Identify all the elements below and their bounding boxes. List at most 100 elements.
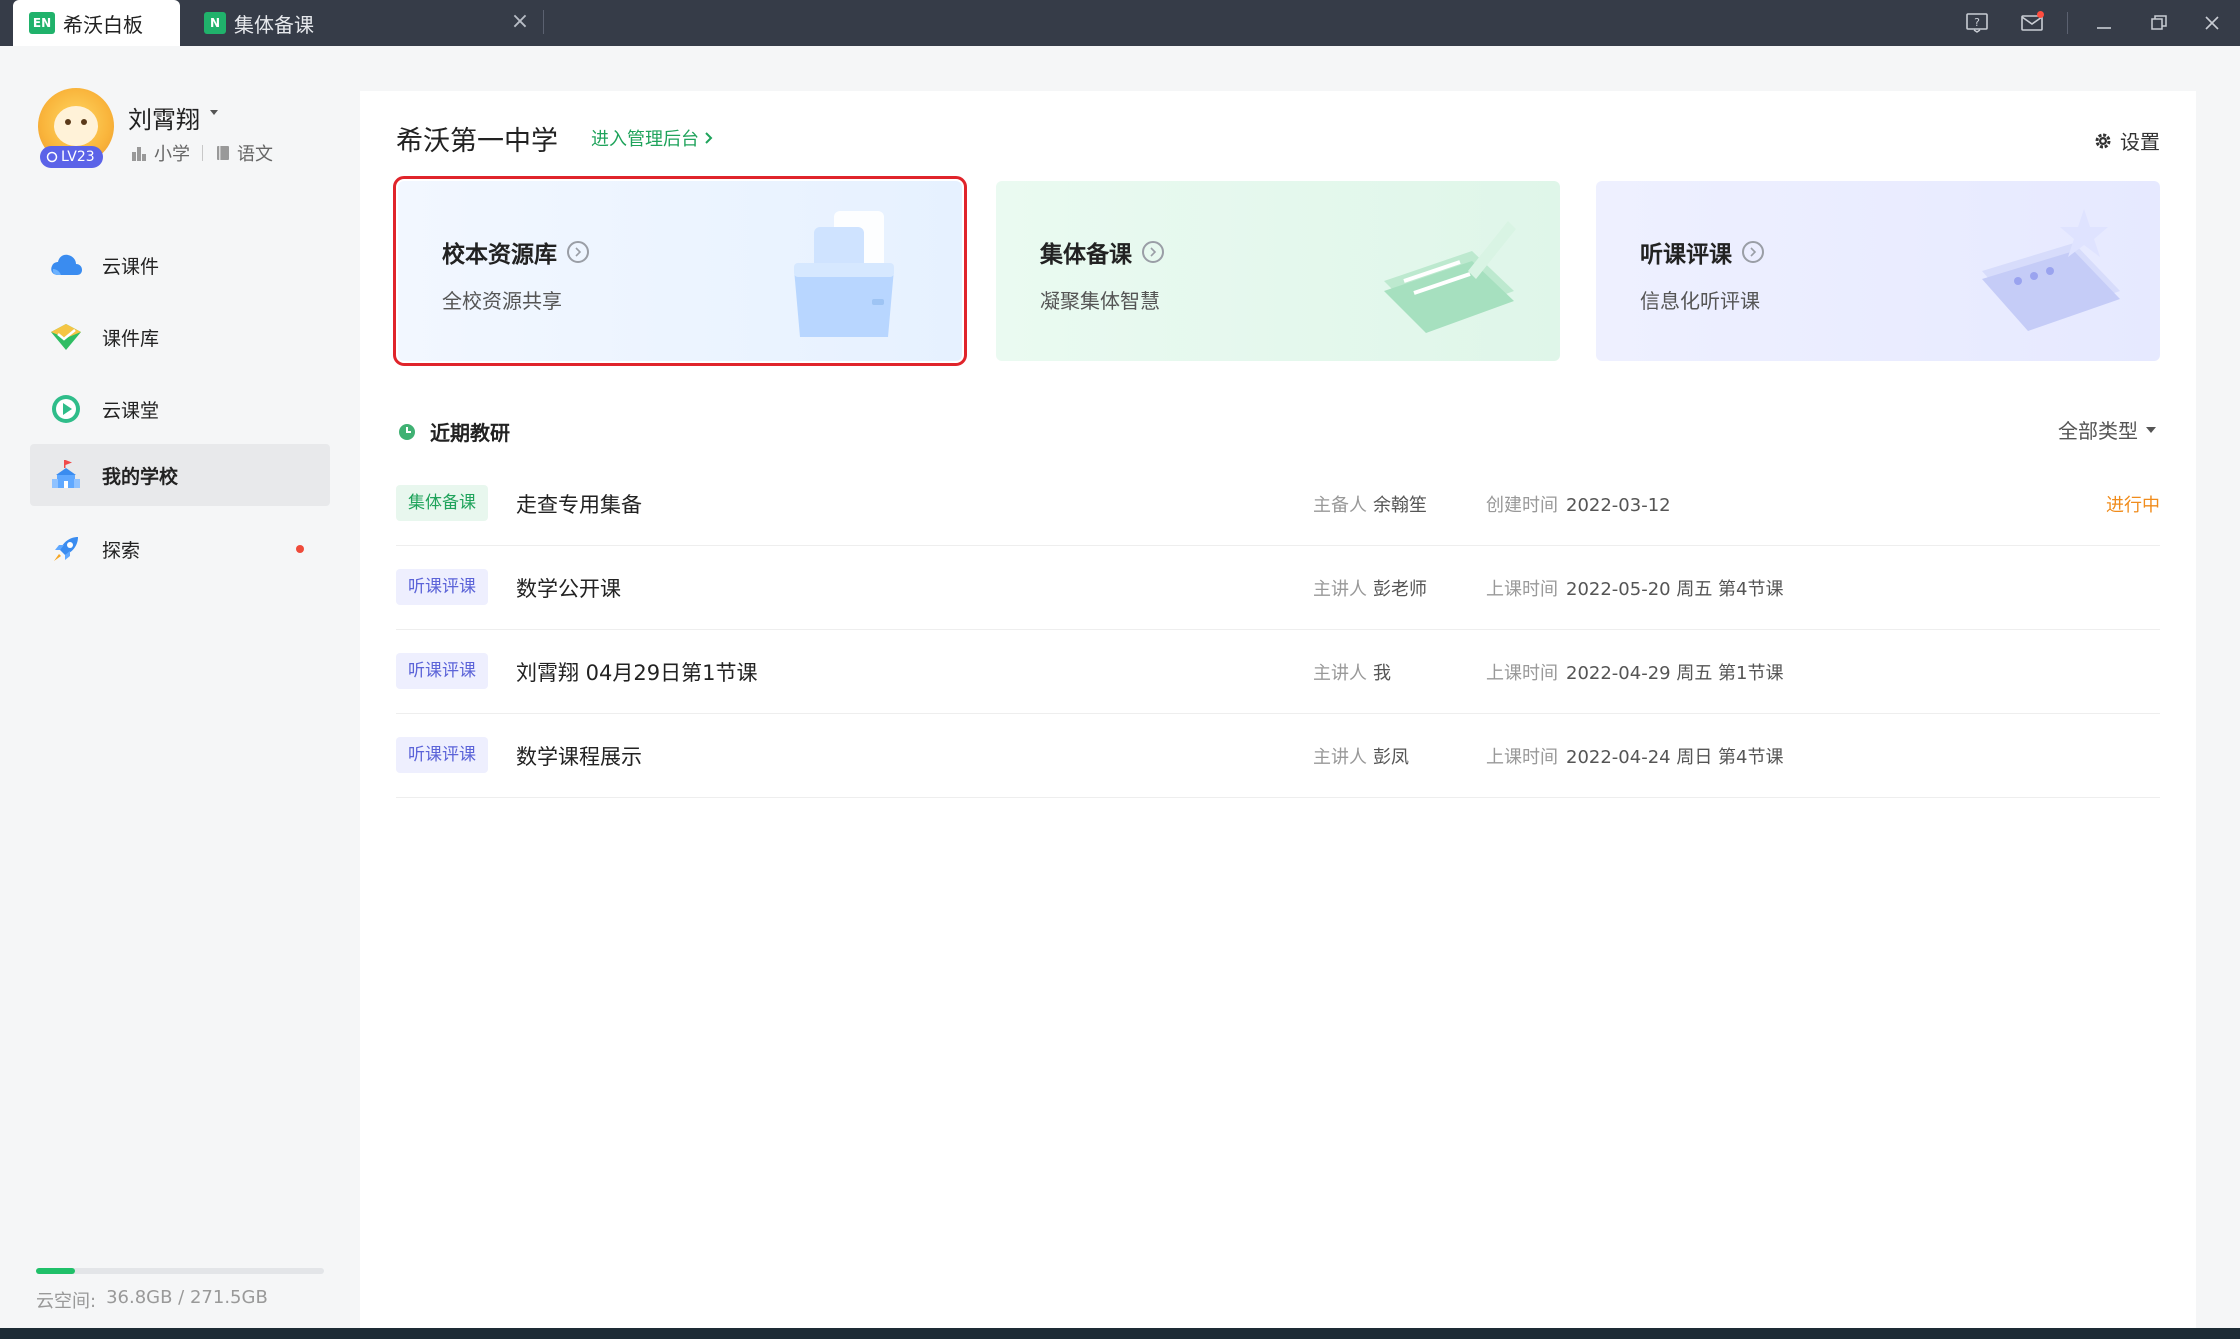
card-title-text: 校本资源库: [442, 242, 557, 268]
settings-button[interactable]: 设置: [2094, 126, 2160, 155]
owner-name: 余翰笙: [1373, 495, 1427, 516]
section-title: 近期教研: [430, 421, 510, 445]
main-panel: 希沃第一中学 进入管理后台 设置 校本资源库 全校资源共享 集体备课 凝聚集体智…: [360, 91, 2196, 1328]
owner-label: 主备人: [1313, 495, 1367, 516]
chevron-down-icon: [2146, 426, 2156, 433]
user-menu-caret-icon[interactable]: [210, 110, 218, 115]
time-value: 2022-04-24 周日 第4节课: [1566, 747, 1784, 768]
title-bar: EN 希沃白板 N 集体备课 × ?: [0, 0, 2240, 46]
notebook-pen-illustration-icon: [1384, 221, 1516, 333]
courseware-library-icon: [48, 319, 84, 355]
tab-app[interactable]: EN 希沃白板: [13, 0, 180, 46]
row-time: 上课时间 2022-05-20 周五 第4节课: [1486, 575, 1784, 601]
circle-arrow-right-icon: [1142, 241, 1164, 263]
sidebar-item-explore[interactable]: 探索: [30, 518, 330, 580]
level-text: LV23: [61, 149, 95, 165]
clock-icon: [399, 423, 415, 440]
card-subtitle: 信息化听评课: [1640, 289, 1760, 313]
row-time: 上课时间 2022-04-24 周日 第4节课: [1486, 743, 1784, 769]
sidebar-item-cloud-courseware[interactable]: 云课件: [30, 234, 330, 296]
type-tag: 听课评课: [396, 653, 488, 689]
card-title: 校本资源库: [442, 235, 589, 269]
time-label: 上课时间: [1486, 579, 1558, 600]
mail-icon[interactable]: [2018, 10, 2046, 36]
type-tag: 集体备课: [396, 485, 488, 521]
mail-unread-dot: [2037, 11, 2044, 18]
tab-logo-icon: N: [204, 12, 226, 34]
table-row[interactable]: 听课评课 刘霄翔 04月29日第1节课 主讲人我 上课时间 2022-04-29 …: [396, 629, 2160, 714]
sidebar-item-label: 云课堂: [102, 399, 160, 422]
owner-name: 彭老师: [1373, 579, 1427, 600]
type-filter-label: 全部类型: [2058, 419, 2138, 443]
sidebar-item-label: 探索: [102, 539, 141, 562]
row-title[interactable]: 数学公开课: [516, 573, 621, 603]
restore-icon[interactable]: [2145, 10, 2173, 36]
admin-console-link[interactable]: 进入管理后台: [591, 125, 713, 151]
table-row[interactable]: 听课评课 数学课程展示 主讲人 彭凤 上课时间 2022-04-24 周日 第4节课: [396, 713, 2160, 798]
gear-icon: [2095, 133, 2111, 148]
row-owner: 主讲人我: [1313, 659, 1391, 685]
sidebar-item-cloud-classroom[interactable]: 云课堂: [30, 378, 330, 440]
user-subject: 语文: [237, 144, 273, 165]
row-title[interactable]: 数学课程展示: [516, 741, 642, 771]
minimize-icon[interactable]: [2090, 10, 2118, 36]
card-subtitle: 全校资源共享: [442, 289, 562, 313]
svg-text:?: ?: [1974, 16, 1980, 29]
card-title-text: 集体备课: [1040, 242, 1132, 268]
rocket-icon: [48, 531, 84, 567]
row-owner: 主讲人 彭老师: [1313, 575, 1427, 601]
level-ring-icon: [46, 151, 58, 163]
time-label: 上课时间: [1486, 663, 1558, 684]
table-row[interactable]: 听课评课 数学公开课 主讲人 彭老师 上课时间 2022-05-20 周五 第4节课: [396, 545, 2160, 630]
sidebar-item-label: 我的学校: [102, 465, 179, 488]
type-filter-dropdown[interactable]: 全部类型: [2058, 415, 2156, 444]
tab-divider: [543, 10, 544, 34]
taskbar-strip: [0, 1328, 2240, 1339]
cloud-icon: [48, 247, 84, 283]
card-subtitle: 凝聚集体智慧: [1040, 289, 1160, 313]
card-collective-prep[interactable]: 集体备课 凝聚集体智慧: [996, 181, 1560, 361]
tab-collective-prep-title: 集体备课: [234, 12, 314, 37]
storage-progress-bar: [36, 1268, 324, 1274]
circle-arrow-right-icon: [1742, 241, 1764, 263]
evaluation-board-star-illustration-icon: [1982, 209, 2120, 331]
time-value: 2022-05-20 周五 第4节课: [1566, 579, 1784, 600]
owner-name: 彭凤: [1373, 747, 1409, 768]
school-stage-icon: [132, 147, 146, 161]
card-lesson-evaluation[interactable]: 听课评课 信息化听评课: [1596, 181, 2160, 361]
recent-research-header: 近期教研: [398, 417, 510, 446]
sidebar-item-courseware-library[interactable]: 课件库: [30, 306, 330, 368]
close-window-icon[interactable]: [2198, 10, 2226, 36]
school-name: 希沃第一中学: [396, 126, 558, 157]
card-title: 听课评课: [1640, 235, 1764, 269]
titlebar-divider: [2067, 12, 2068, 34]
tab-collective-prep[interactable]: N 集体备课 ×: [192, 0, 542, 46]
sidebar-item-my-school[interactable]: 我的学校: [30, 444, 330, 506]
table-row[interactable]: 集体备课 走查专用集备 主备人 余翰笙 创建时间 2022-03-12 进行中: [396, 461, 2160, 546]
storage-progress-fill: [36, 1268, 76, 1274]
time-label: 上课时间: [1486, 747, 1558, 768]
row-time: 创建时间 2022-03-12: [1486, 491, 1671, 517]
owner-label: 主讲人: [1313, 747, 1367, 768]
subject-book-icon: [217, 146, 229, 160]
play-circle-icon: [48, 391, 84, 427]
storage-info: 云空间: 36.8GB / 271.5GB: [36, 1287, 268, 1313]
type-tag: 听课评课: [396, 569, 488, 605]
avatar-lion-icon: [54, 106, 98, 146]
row-title[interactable]: 刘霄翔 04月29日第1节课: [516, 657, 757, 687]
type-tag: 听课评课: [396, 737, 488, 773]
tab-close-icon[interactable]: ×: [508, 10, 532, 34]
owner-name: 我: [1373, 663, 1391, 684]
circle-arrow-right-icon: [567, 241, 589, 263]
meta-divider: [202, 145, 203, 161]
level-badge: LV23: [40, 146, 103, 168]
storage-label: 云空间:: [36, 1291, 97, 1312]
explore-notification-dot: [296, 545, 304, 553]
file-box-illustration-icon: [794, 211, 894, 337]
user-name[interactable]: 刘霄翔: [128, 100, 200, 135]
row-title[interactable]: 走查专用集备: [516, 489, 642, 519]
card-school-resources[interactable]: 校本资源库 全校资源共享: [393, 176, 967, 366]
tab-app-title: 希沃白板: [63, 12, 143, 37]
help-icon[interactable]: ?: [1963, 10, 1991, 36]
owner-label: 主讲人: [1313, 663, 1367, 684]
